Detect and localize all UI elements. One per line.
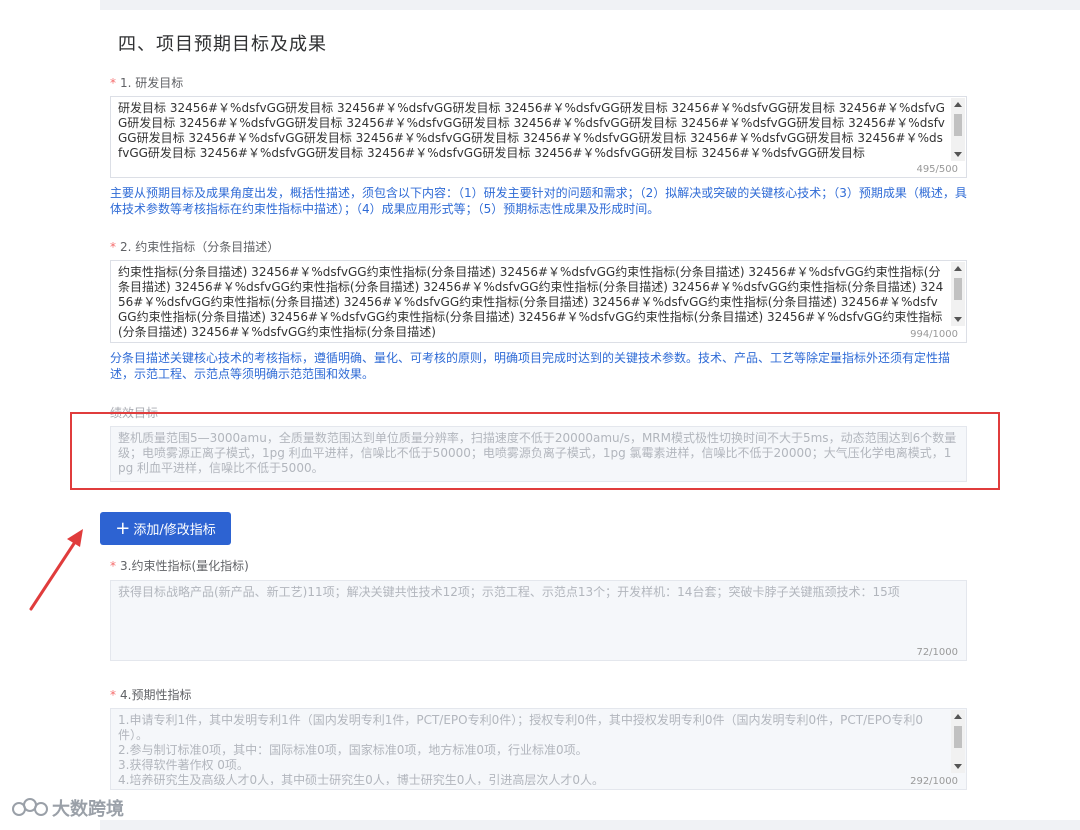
annotation-highlight-box: [70, 412, 1000, 490]
watermark-logo-icon: [12, 798, 48, 816]
plus-icon: +: [115, 517, 131, 539]
constraint-items-hint: 分条目描述关键核心技术的考核指标，遵循明确、量化、可考核的原则，明确项目完成时达…: [110, 351, 951, 381]
expected-line: 3.获得软件著作权 0项。: [118, 758, 249, 772]
add-modify-indicator-button[interactable]: + 添加/修改指标: [100, 512, 231, 545]
scroll-down-icon[interactable]: [954, 317, 962, 322]
scroll-down-icon[interactable]: [954, 764, 962, 769]
required-mark: *: [110, 76, 116, 90]
required-mark: *: [110, 559, 116, 573]
expected-scrollbar[interactable]: [951, 710, 965, 773]
scroll-thumb[interactable]: [954, 278, 962, 300]
scroll-thumb[interactable]: [954, 114, 962, 136]
constraint-items-textarea[interactable]: 约束性指标(分条目描述) 32456#￥%dsfvGG约束性指标(分条目描述) …: [110, 260, 967, 343]
research-goal-hint: 主要从预期目标及成果角度出发，概括性描述，须包含以下内容：（1）研发主要针对的问…: [110, 186, 967, 216]
scroll-up-icon[interactable]: [954, 102, 962, 107]
required-mark: *: [110, 240, 116, 254]
scroll-up-icon[interactable]: [954, 266, 962, 271]
annotation-arrow-icon: [29, 529, 83, 611]
quantified-counter: 72/1000: [912, 647, 958, 658]
quantified-text: 获得目标战略产品(新产品、新工艺)11项；解决关键共性技术12项；示范工程、示范…: [118, 585, 900, 599]
constraint-items-text: 约束性指标(分条目描述) 32456#￥%dsfvGG约束性指标(分条目描述) …: [118, 265, 944, 338]
scroll-thumb[interactable]: [954, 726, 962, 748]
section-title: 四、项目预期目标及成果: [118, 34, 327, 55]
quantified-label: * 3.约束性指标(量化指标): [110, 559, 249, 573]
expected-textarea: 1.申请专利1件，其中发明专利1件（国内发明专利1件，PCT/EPO专利0件）；…: [110, 708, 967, 790]
watermark: 大数跨境: [10, 795, 124, 821]
expected-line: 4.培养研究生及高级人才0人，其中硕士研究生0人，博士研究生0人，引进高层次人才…: [118, 773, 604, 785]
constraint-items-counter: 994/1000: [906, 329, 958, 340]
research-goal-scrollbar[interactable]: [951, 98, 965, 161]
constraint-items-label: * 2. 约束性指标（分条目描述）: [110, 240, 280, 254]
expected-line: 1.申请专利1件，其中发明专利1件（国内发明专利1件，PCT/EPO专利0件）；…: [118, 713, 924, 742]
expected-label: * 4.预期性指标: [110, 688, 192, 702]
quantified-textarea: 获得目标战略产品(新产品、新工艺)11项；解决关键共性技术12项；示范工程、示范…: [110, 580, 967, 661]
scroll-down-icon[interactable]: [954, 152, 962, 157]
bottom-divider: [100, 820, 1080, 830]
expected-line: 2.参与制订标准0项，其中：国际标准0项，国家标准0项，地方标准0项，行业标准0…: [118, 743, 588, 757]
add-modify-indicator-label: 添加/修改指标: [133, 523, 216, 538]
research-goal-label: * 1. 研发目标: [110, 76, 184, 90]
research-goal-text: 研发目标 32456#￥%dsfvGG研发目标 32456#￥%dsfvGG研发…: [118, 101, 945, 160]
research-goal-textarea[interactable]: 研发目标 32456#￥%dsfvGG研发目标 32456#￥%dsfvGG研发…: [110, 96, 967, 178]
expected-text: 1.申请专利1件，其中发明专利1件（国内发明专利1件，PCT/EPO专利0件）；…: [118, 713, 946, 785]
scroll-up-icon[interactable]: [954, 714, 962, 719]
constraint-items-scrollbar[interactable]: [951, 262, 965, 326]
watermark-text: 大数跨境: [52, 799, 124, 820]
research-goal-counter: 495/500: [912, 164, 958, 175]
required-mark: *: [110, 688, 116, 702]
top-divider: [100, 0, 1080, 6]
expected-counter: 292/1000: [906, 776, 958, 787]
